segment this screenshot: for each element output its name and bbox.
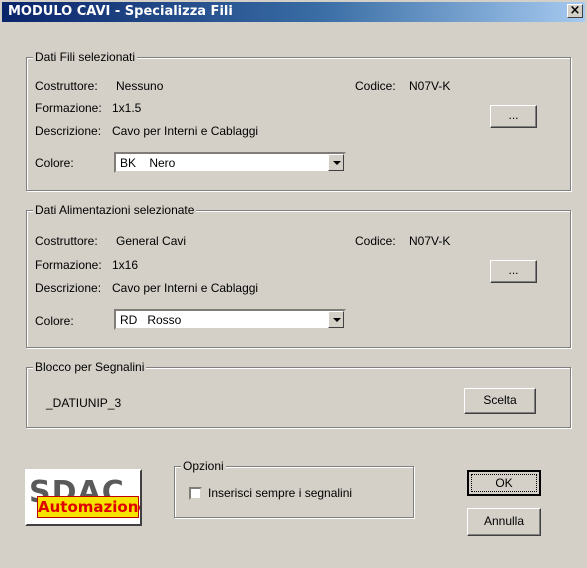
fili-colore-label: Colore:: [35, 156, 74, 170]
sdac-automazione-logo: SDAC Automazione: [25, 469, 142, 526]
ok-label: OK: [471, 474, 537, 492]
alim-browse-label: ...: [508, 263, 519, 277]
inserisci-segnalini-checkbox[interactable]: [189, 487, 202, 500]
inserisci-segnalini-label[interactable]: Inserisci sempre i segnalini: [208, 486, 352, 500]
fili-descrizione-label: Descrizione:: [35, 124, 102, 138]
alim-formazione-label: Formazione:: [35, 258, 102, 272]
alim-browse-button[interactable]: ...: [490, 260, 537, 283]
title-bar[interactable]: MODULO CAVI - Specializza Fili ×: [2, 2, 585, 22]
chevron-down-icon[interactable]: [328, 311, 344, 328]
blocco-value: _DATIUNIP_3: [46, 396, 122, 410]
fili-codice-label: Codice:: [355, 79, 396, 93]
alim-costruttore-label: Costruttore:: [35, 234, 98, 248]
chevron-down-icon[interactable]: [328, 154, 344, 171]
fili-group-legend: Dati Fili selezionati: [33, 50, 138, 64]
alim-costruttore-value: General Cavi: [116, 234, 187, 248]
opzioni-group-legend: Opzioni: [181, 459, 226, 473]
fili-browse-button[interactable]: ...: [490, 105, 537, 128]
ok-button[interactable]: OK: [467, 470, 541, 496]
scelta-button[interactable]: Scelta: [464, 388, 536, 414]
annulla-label: Annulla: [483, 514, 525, 528]
window-title: MODULO CAVI - Specializza Fili: [8, 4, 233, 19]
alim-descrizione-value: Cavo per Interni e Cablaggi: [112, 281, 259, 295]
blocco-group-legend: Blocco per Segnalini: [33, 360, 147, 374]
alim-descrizione-label: Descrizione:: [35, 281, 102, 295]
fili-colore-value: BK Nero: [120, 156, 176, 170]
alim-colore-value: RD Rosso: [120, 313, 182, 327]
alim-colore-label: Colore:: [35, 314, 74, 328]
fili-costruttore-label: Costruttore:: [35, 79, 98, 93]
close-button[interactable]: ×: [567, 4, 583, 18]
fili-costruttore-value: Nessuno: [116, 79, 164, 93]
fili-codice-value: N07V-K: [409, 79, 451, 93]
fili-descrizione-value: Cavo per Interni e Cablaggi: [112, 124, 259, 138]
fili-colore-select[interactable]: BK Nero: [114, 152, 346, 173]
alim-formazione-value: 1x16: [112, 258, 139, 272]
fili-formazione-label: Formazione:: [35, 101, 102, 115]
alimentazioni-group-legend: Dati Alimentazioni selezionate: [33, 203, 197, 217]
scelta-label: Scelta: [483, 393, 517, 407]
alim-codice-value: N07V-K: [409, 234, 451, 248]
alim-codice-label: Codice:: [355, 234, 396, 248]
annulla-button[interactable]: Annulla: [467, 508, 541, 536]
fili-browse-label: ...: [508, 108, 519, 122]
alim-colore-select[interactable]: RD Rosso: [114, 309, 346, 330]
dialog-window: MODULO CAVI - Specializza Fili × Dati Fi…: [0, 0, 587, 568]
fili-formazione-value: 1x1.5: [112, 101, 142, 115]
